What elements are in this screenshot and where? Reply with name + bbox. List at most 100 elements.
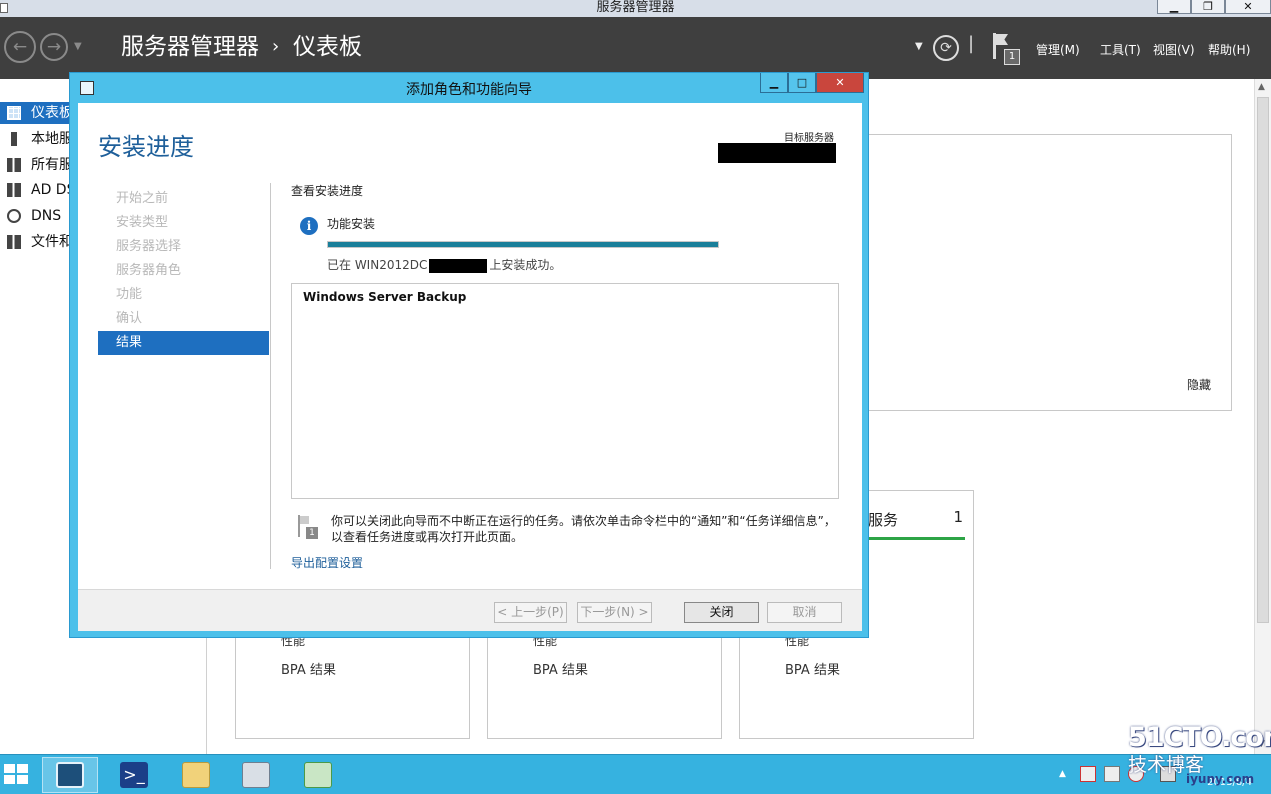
next-button[interactable]: 下一步(N) > bbox=[577, 602, 652, 623]
export-config-link[interactable]: 导出配置设置 bbox=[291, 554, 363, 571]
watermark-51cto: 51CTO.com bbox=[1128, 722, 1271, 753]
wizard-footer: < 上一步(P) 下一步(N) > 关闭 取消 bbox=[78, 589, 862, 631]
notification-count-badge: 1 bbox=[1004, 49, 1020, 65]
close-window-button[interactable]: ✕ bbox=[1225, 0, 1271, 14]
chevron-down-icon: ▼ bbox=[915, 41, 923, 52]
close-icon: ✕ bbox=[835, 76, 845, 89]
taskbar-network[interactable] bbox=[228, 757, 284, 793]
breadcrumb-current: 仪表板 bbox=[293, 34, 362, 60]
minimize-icon: ▁ bbox=[1169, 0, 1179, 13]
close-button[interactable]: 关闭 bbox=[684, 602, 759, 623]
tile-bpa-label[interactable]: BPA 结果 bbox=[533, 659, 588, 678]
add-roles-wizard-dialog: 添加角色和功能向导 ▁ □ ✕ 安装进度 目标服务器 开始之前 安装类型 服务器… bbox=[69, 72, 869, 638]
command-bar: ← → ▼ 服务器管理器 › 仪表板 ▼ ⟳ | 1 管理(M) 工具(T) 视… bbox=[0, 17, 1271, 79]
cancel-button[interactable]: 取消 bbox=[767, 602, 842, 623]
step-confirmation: 确认 bbox=[116, 311, 143, 326]
feature-install-label: 功能安装 bbox=[327, 217, 376, 231]
network-icon bbox=[242, 762, 270, 788]
server-manager-icon bbox=[56, 762, 84, 788]
arrow-right-icon: → bbox=[46, 37, 62, 57]
maximize-button[interactable]: ❐ bbox=[1191, 0, 1225, 14]
notification-flag-icon: 1 bbox=[296, 515, 318, 541]
target-server-label: 目标服务器 bbox=[784, 133, 834, 144]
sidebar-item-label: 文件和 bbox=[31, 234, 73, 250]
wizard-close-button[interactable]: ✕ bbox=[816, 73, 864, 93]
taskbar-powershell[interactable]: >_ bbox=[106, 757, 162, 793]
target-server-redacted bbox=[718, 143, 836, 163]
tray-security-icon[interactable] bbox=[1080, 766, 1096, 782]
history-dropdown[interactable]: ▼ bbox=[74, 41, 82, 52]
sidebar-item-label: 本地服 bbox=[31, 131, 73, 147]
tile-bpa-label[interactable]: BPA 结果 bbox=[785, 659, 840, 678]
main-scrollbar[interactable]: ▲ ▼ bbox=[1254, 79, 1271, 754]
wizard-maximize-button[interactable]: □ bbox=[788, 73, 816, 93]
step-before-you-begin: 开始之前 bbox=[116, 191, 169, 206]
content-heading: 查看安装进度 bbox=[291, 184, 364, 198]
tile-title[interactable]: 服务 bbox=[868, 509, 898, 530]
step-installation-type: 安装类型 bbox=[116, 215, 169, 230]
hide-welcome-link[interactable]: 隐藏 bbox=[1187, 376, 1211, 393]
server-name-redacted bbox=[429, 258, 488, 273]
backup-icon bbox=[304, 762, 332, 788]
dns-icon bbox=[7, 209, 21, 223]
watermark-site: iyuny.com bbox=[1186, 772, 1255, 786]
list-item: Windows Server Backup bbox=[303, 290, 467, 304]
powershell-icon: >_ bbox=[120, 762, 148, 788]
breadcrumb-root[interactable]: 服务器管理器 bbox=[121, 32, 259, 62]
maximize-icon: ❐ bbox=[1203, 0, 1213, 13]
taskbar-file-explorer[interactable] bbox=[168, 757, 224, 793]
minimize-button[interactable]: ▁ bbox=[1157, 0, 1191, 14]
menu-help[interactable]: 帮助(H) bbox=[1208, 41, 1250, 58]
install-status-text: 已在 WIN2012DC 上安装成功。 bbox=[327, 256, 561, 273]
progress-fill bbox=[328, 242, 718, 247]
scroll-up-icon[interactable]: ▲ bbox=[1258, 82, 1265, 92]
menu-manage[interactable]: 管理(M) bbox=[1036, 41, 1080, 58]
status-prefix: 已在 WIN2012DC bbox=[327, 258, 428, 272]
back-button[interactable]: ← bbox=[4, 31, 36, 63]
sidebar-item-label: 所有服 bbox=[31, 157, 73, 173]
file-services-icon bbox=[7, 235, 21, 249]
status-suffix: 上安装成功。 bbox=[489, 258, 562, 272]
step-server-selection: 服务器选择 bbox=[116, 239, 182, 254]
step-features: 功能 bbox=[116, 287, 143, 302]
command-separator: | bbox=[968, 33, 975, 54]
window-title: 服务器管理器 bbox=[596, 0, 675, 15]
taskbar: >_ ▲ 2013/8/4 bbox=[0, 754, 1271, 794]
refresh-icon: ⟳ bbox=[940, 40, 952, 56]
taskbar-backup[interactable] bbox=[290, 757, 346, 793]
step-results[interactable]: 结果 bbox=[98, 331, 269, 355]
tray-network-icon[interactable] bbox=[1104, 766, 1120, 782]
local-server-icon bbox=[11, 132, 17, 146]
results-list: Windows Server Backup bbox=[291, 283, 839, 499]
maximize-icon: □ bbox=[796, 76, 808, 89]
forward-button[interactable]: → bbox=[40, 33, 68, 61]
tile-count: 1 bbox=[953, 508, 963, 526]
notifications-button[interactable]: 1 bbox=[990, 33, 1022, 69]
wizard-minimize-button[interactable]: ▁ bbox=[760, 73, 788, 93]
menu-tools[interactable]: 工具(T) bbox=[1100, 41, 1141, 58]
breadcrumb-separator: › bbox=[272, 36, 280, 57]
sidebar-item-label: DNS bbox=[31, 208, 62, 224]
wizard-heading: 安装进度 bbox=[98, 133, 194, 161]
close-icon: ✕ bbox=[1243, 0, 1253, 13]
chevron-down-icon: ▼ bbox=[74, 41, 82, 52]
start-button[interactable] bbox=[4, 764, 30, 786]
arrow-left-icon: ← bbox=[12, 37, 28, 57]
tray-expand-icon[interactable]: ▲ bbox=[1059, 769, 1066, 779]
note-flag-badge: 1 bbox=[306, 527, 318, 539]
scroll-thumb[interactable] bbox=[1257, 97, 1269, 623]
folder-icon bbox=[182, 762, 210, 788]
close-wizard-note: 你可以关闭此向导而不中断正在运行的任务。请依次单击命令栏中的“通知”和“任务详细… bbox=[331, 514, 836, 544]
tile-bpa-label[interactable]: BPA 结果 bbox=[281, 659, 336, 678]
refresh-button[interactable]: ⟳ bbox=[933, 35, 959, 61]
window-title-bar: 服务器管理器 ▁ ❐ ✕ bbox=[0, 0, 1271, 17]
taskbar-server-manager[interactable] bbox=[42, 757, 98, 793]
menu-view[interactable]: 视图(V) bbox=[1153, 41, 1195, 58]
previous-button[interactable]: < 上一步(P) bbox=[494, 602, 567, 623]
info-icon: i bbox=[300, 217, 318, 235]
step-server-roles: 服务器角色 bbox=[116, 263, 182, 278]
wizard-title: 添加角色和功能向导 bbox=[406, 82, 532, 98]
minimize-icon: ▁ bbox=[769, 76, 779, 89]
wizard-body: 安装进度 目标服务器 开始之前 安装类型 服务器选择 服务器角色 功能 确认 结… bbox=[78, 103, 862, 631]
refresh-dropdown[interactable]: ▼ bbox=[915, 41, 923, 52]
